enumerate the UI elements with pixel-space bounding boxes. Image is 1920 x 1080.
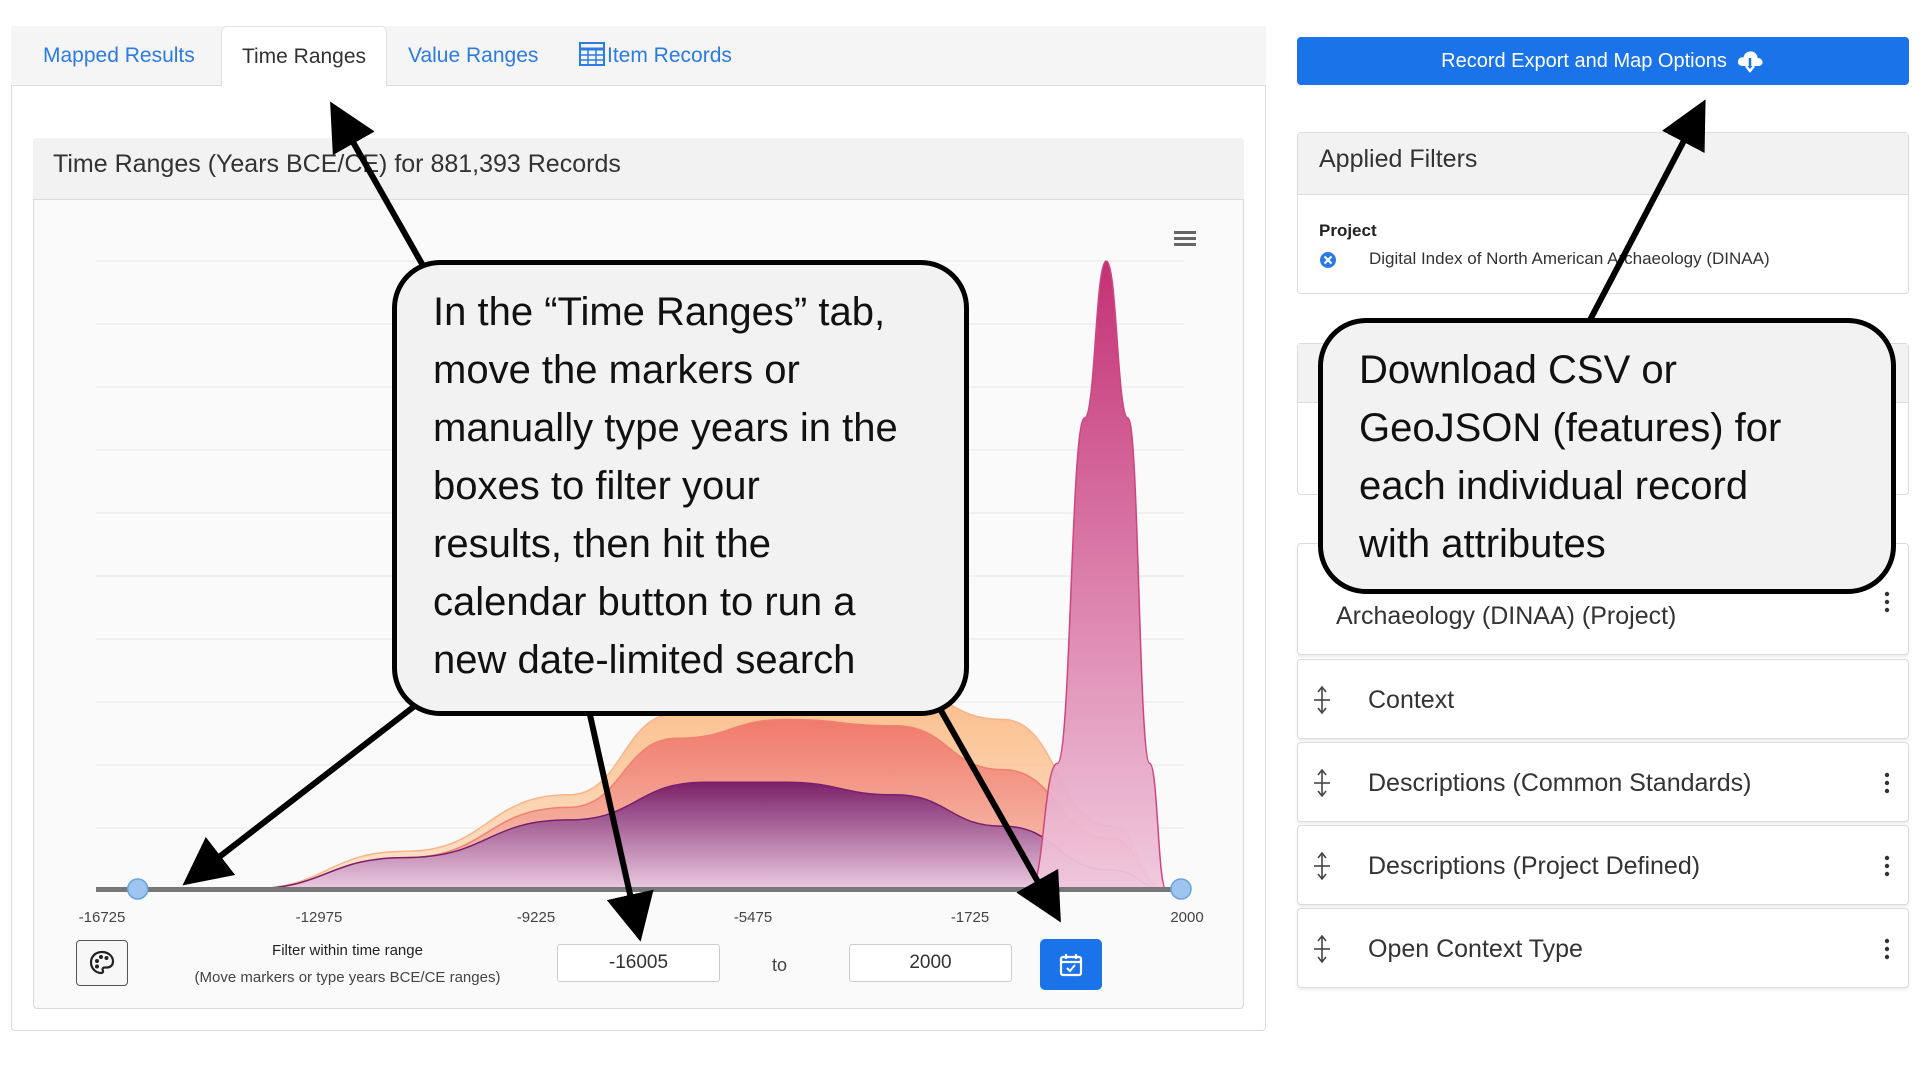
expand-arrows-icon [1314,934,1330,964]
series-area-3 [1029,260,1167,890]
tab-item-records[interactable]: Item Records [579,26,732,86]
slider-handle-end[interactable] [1170,878,1192,900]
tab-mapped-results[interactable]: Mapped Results [43,26,195,86]
expand-arrows-icon [1314,685,1330,715]
to-label: to [772,955,788,975]
kebab-icon[interactable] [1884,590,1890,614]
results-tabs: Mapped Results Time Ranges Value Ranges … [11,26,1266,87]
callout-export: Download CSV or GeoJSON (features) for e… [1318,318,1896,594]
facet-label: Descriptions (Common Standards) [1368,769,1752,797]
chart-menu-icon[interactable] [1174,231,1196,246]
facet-context[interactable]: Context [1297,659,1909,739]
callout-line: new date-limited search [433,638,856,682]
cloud-download-icon [1737,51,1763,74]
filter-sublabel: (Move markers or type years BCE/CE range… [194,969,501,986]
filter-label: Filter within time range [272,942,423,959]
filter-group-label: Project [1319,221,1377,240]
x-tick-label: 2000 [1170,909,1203,926]
year-to-input[interactable] [849,944,1012,982]
applied-filter-value: Digital Index of North American Archaeol… [1369,249,1770,268]
callout-line: GeoJSON (features) for [1359,406,1782,450]
kebab-icon[interactable] [1884,771,1890,795]
callout-line: manually type years in the [433,406,898,450]
callout-line: results, then hit the [433,522,771,566]
callout-line: with attributes [1359,522,1606,566]
tab-time-ranges[interactable]: Time Ranges [221,26,387,87]
record-export-button[interactable]: Record Export and Map Options [1297,37,1909,85]
facet-descriptions-project[interactable]: Descriptions (Project Defined) [1297,825,1909,905]
applied-filters-card: Applied Filters Project Digital Index of… [1297,132,1909,294]
callout-line: each individual record [1359,464,1749,508]
calendar-check-icon [1059,953,1083,976]
facet-open-context-type[interactable]: Open Context Type [1297,908,1909,988]
applied-filters-title: Applied Filters [1298,133,1908,195]
tab-value-ranges[interactable]: Value Ranges [408,26,538,86]
expand-arrows-icon [1314,768,1330,798]
callout-time-ranges: In the “Time Ranges” tab, move the marke… [392,260,969,716]
kebab-icon[interactable] [1884,854,1890,878]
slider-handle-start[interactable] [126,878,149,900]
x-tick-label: -16725 [79,909,126,926]
x-tick-label: -9225 [517,909,555,926]
table-icon [579,42,605,66]
facet-descriptions-common[interactable]: Descriptions (Common Standards) [1297,742,1909,822]
date-search-button[interactable] [1040,939,1102,990]
callout-line: Download CSV or [1359,348,1677,392]
facet-label: Context [1368,686,1455,714]
x-tick-label: -1725 [951,909,989,926]
palette-button[interactable] [76,940,128,986]
chart-x-ticks: -16725 -12975 -9225 -5475 -1725 2000 [79,909,1204,926]
callout-line: calendar button to run a [433,580,856,624]
close-circle-icon[interactable] [1319,251,1337,269]
year-from-input[interactable] [557,944,720,982]
palette-icon [89,950,115,975]
x-tick-label: -12975 [296,909,343,926]
callout-line: boxes to filter your [433,464,760,508]
x-tick-label: -5475 [734,909,772,926]
record-export-label: Record Export and Map Options [1441,49,1727,72]
card-title: Time Ranges (Years BCE/CE) for 881,393 R… [53,150,621,178]
facet-label: Descriptions (Project Defined) [1368,852,1701,880]
slider-track[interactable] [96,887,1181,892]
expand-arrows-icon [1314,851,1330,881]
callout-line: move the markers or [433,348,800,392]
facet-label: Open Context Type [1368,935,1583,963]
callout-line: In the “Time Ranges” tab, [433,290,886,334]
tab-item-records-label: Item Records [607,44,732,67]
kebab-icon[interactable] [1884,937,1890,961]
